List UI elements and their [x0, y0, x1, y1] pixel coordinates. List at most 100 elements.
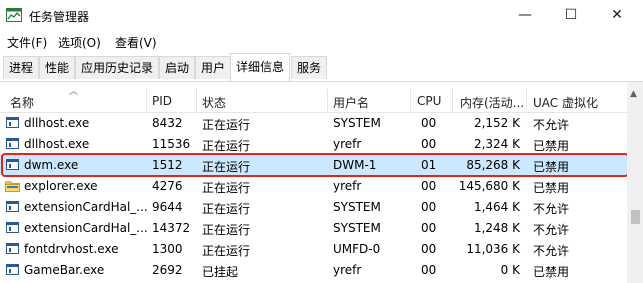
sort-up-icon: ︿: [69, 87, 79, 97]
cell-memory: 1,464 K: [473, 200, 520, 214]
column-divider[interactable]: [196, 89, 197, 112]
table-row[interactable]: extensionCardHal_... 14372 正在运行 SYSTEM 00 1,2…: [0, 218, 627, 238]
cell-uac: 已禁用: [533, 181, 570, 195]
tab-services[interactable]: 服务: [291, 56, 328, 79]
cell-name: GameBar.exe: [24, 263, 105, 277]
cell-uac: 已禁用: [533, 160, 570, 174]
cell-memory: 2,324 K: [473, 137, 520, 151]
column-divider[interactable]: [327, 89, 328, 112]
col-pid[interactable]: PID: [152, 94, 172, 108]
cell-status: 正在运行: [202, 181, 251, 195]
cell-uac: 已禁用: [533, 265, 570, 279]
table-row[interactable]: extensionCardHal_... 9644 正在运行 SYSTEM 00 1,46…: [0, 197, 627, 217]
cell-memory: 2,152 K: [473, 116, 520, 130]
table-row[interactable]: fontdrvhost.exe 1300 正在运行 UMFD-0 00 11,036 K 不…: [0, 239, 627, 259]
minimize-button[interactable]: —: [502, 0, 548, 31]
cell-pid: 9644: [152, 200, 183, 214]
cell-name: explorer.exe: [24, 179, 98, 193]
column-divider[interactable]: [452, 89, 453, 112]
cell-user: SYSTEM: [333, 200, 381, 214]
cell-cpu: 00: [421, 221, 437, 235]
tab-app-history[interactable]: 应用历史记录: [75, 56, 160, 79]
details-table: ︿ 名称 PID 状态 用户名 CPU 内存(活动... UAC 虚拟化 dll…: [0, 82, 629, 283]
cell-status: 正在运行: [202, 244, 251, 258]
cell-user: yrefr: [333, 263, 362, 277]
cell-status: 正在运行: [202, 160, 251, 174]
cell-pid: 4276: [152, 179, 183, 193]
menu-view[interactable]: 查看(V): [115, 34, 157, 51]
col-uac[interactable]: UAC 虚拟化: [533, 94, 598, 111]
col-user[interactable]: 用户名: [333, 94, 369, 111]
table-row[interactable]: dllhost.exe 8432 正在运行 SYSTEM 00 2,152 K 不允许: [0, 113, 627, 133]
cell-cpu: 00: [421, 242, 437, 256]
table-header: ︿ 名称 PID 状态 用户名 CPU 内存(活动... UAC 虚拟化: [0, 82, 627, 113]
cell-name: dwm.exe: [24, 158, 79, 172]
folder-icon: [5, 181, 20, 192]
scroll-up-arrow-icon[interactable]: ▲: [630, 89, 637, 99]
process-icon: [6, 222, 19, 233]
column-divider[interactable]: [146, 89, 147, 112]
table-row[interactable]: dllhost.exe 11536 正在运行 yrefr 00 2,324 K 已禁用: [0, 134, 627, 154]
cell-name: dllhost.exe: [24, 137, 90, 151]
cell-user: SYSTEM: [333, 116, 381, 130]
cell-uac: 不允许: [533, 244, 570, 258]
cell-memory: 85,268 K: [466, 158, 520, 172]
cell-pid: 1512: [152, 158, 183, 172]
cell-cpu: 00: [421, 116, 437, 130]
cell-uac: 已禁用: [533, 139, 570, 153]
tab-details[interactable]: 详细信息: [230, 53, 291, 81]
menu-options[interactable]: 选项(O): [58, 34, 101, 51]
tab-startup[interactable]: 启动: [159, 56, 196, 79]
cell-status: 正在运行: [202, 202, 251, 216]
cell-pid: 11536: [152, 137, 191, 151]
cell-user: SYSTEM: [333, 221, 381, 235]
cell-cpu: 00: [421, 200, 437, 214]
cell-user: yrefr: [333, 179, 362, 193]
cell-pid: 1300: [152, 242, 183, 256]
process-icon: [6, 201, 19, 212]
column-divider[interactable]: [410, 89, 411, 112]
cell-cpu: 01: [421, 158, 437, 172]
menu-file[interactable]: 文件(F): [7, 34, 47, 51]
cell-memory: 11,036 K: [466, 242, 520, 256]
cell-name: dllhost.exe: [24, 116, 90, 130]
cell-memory: 145,680 K: [458, 179, 520, 193]
cell-user: yrefr: [333, 137, 362, 151]
cell-status: 正在运行: [202, 223, 251, 237]
cell-memory: 1,248 K: [473, 221, 520, 235]
cell-status: 正在运行: [202, 139, 251, 153]
column-divider[interactable]: [526, 89, 527, 112]
cell-cpu: 00: [421, 137, 437, 151]
table-row[interactable]: GameBar.exe 2692 已挂起 yrefr 00 0 K 已禁用: [0, 260, 627, 280]
table-row[interactable]: explorer.exe 4276 正在运行 yrefr 00 145,680 K 已禁用: [0, 176, 627, 196]
tab-bar: 进程 性能 应用历史记录 启动 用户 详细信息 服务: [0, 53, 643, 82]
cell-memory: 0 K: [500, 263, 520, 277]
col-name[interactable]: 名称: [10, 94, 34, 111]
process-icon: [6, 117, 19, 128]
col-cpu[interactable]: CPU: [417, 94, 441, 108]
tab-performance[interactable]: 性能: [39, 56, 76, 79]
tab-processes[interactable]: 进程: [3, 56, 40, 79]
cell-user: DWM-1: [333, 158, 377, 172]
maximize-button[interactable]: ☐: [548, 0, 594, 31]
tab-users[interactable]: 用户: [195, 56, 232, 79]
vertical-scrollbar[interactable]: ▲: [627, 82, 643, 283]
cell-pid: 2692: [152, 263, 183, 277]
menu-bar: 文件(F) 选项(O) 查看(V): [0, 31, 643, 53]
close-button[interactable]: ✕: [594, 0, 640, 31]
scroll-thumb[interactable]: [631, 210, 640, 224]
cell-pid: 14372: [152, 221, 191, 235]
cell-uac: 不允许: [533, 118, 570, 132]
cell-status: 已挂起: [202, 265, 239, 279]
col-memory[interactable]: 内存(活动...: [460, 94, 524, 111]
cell-cpu: 00: [421, 263, 437, 277]
process-icon: [6, 243, 19, 254]
cell-pid: 8432: [152, 116, 183, 130]
cell-status: 正在运行: [202, 118, 251, 132]
process-icon: [6, 264, 19, 275]
col-status[interactable]: 状态: [202, 94, 226, 111]
cell-name: extensionCardHal_...: [24, 200, 148, 214]
cell-name: fontdrvhost.exe: [24, 242, 119, 256]
cell-uac: 不允许: [533, 202, 570, 216]
table-row[interactable]: dwm.exe 1512 正在运行 DWM-1 01 85,268 K 已禁用: [0, 155, 627, 175]
